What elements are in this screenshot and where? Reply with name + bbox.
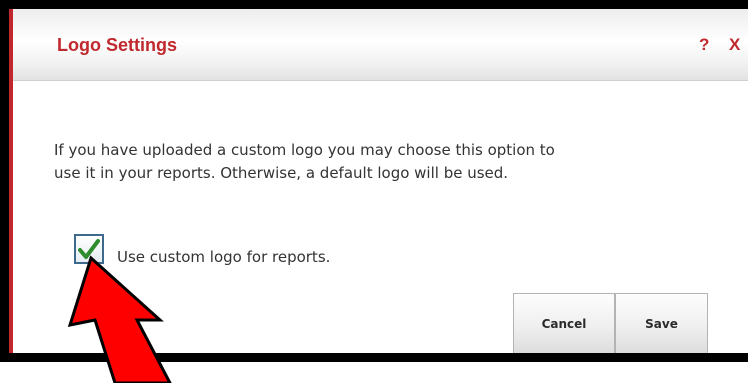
screenshot-canvas: Logo Settings ? X If you have uploaded a… [0, 0, 748, 383]
arrow-up-icon [67, 255, 172, 383]
